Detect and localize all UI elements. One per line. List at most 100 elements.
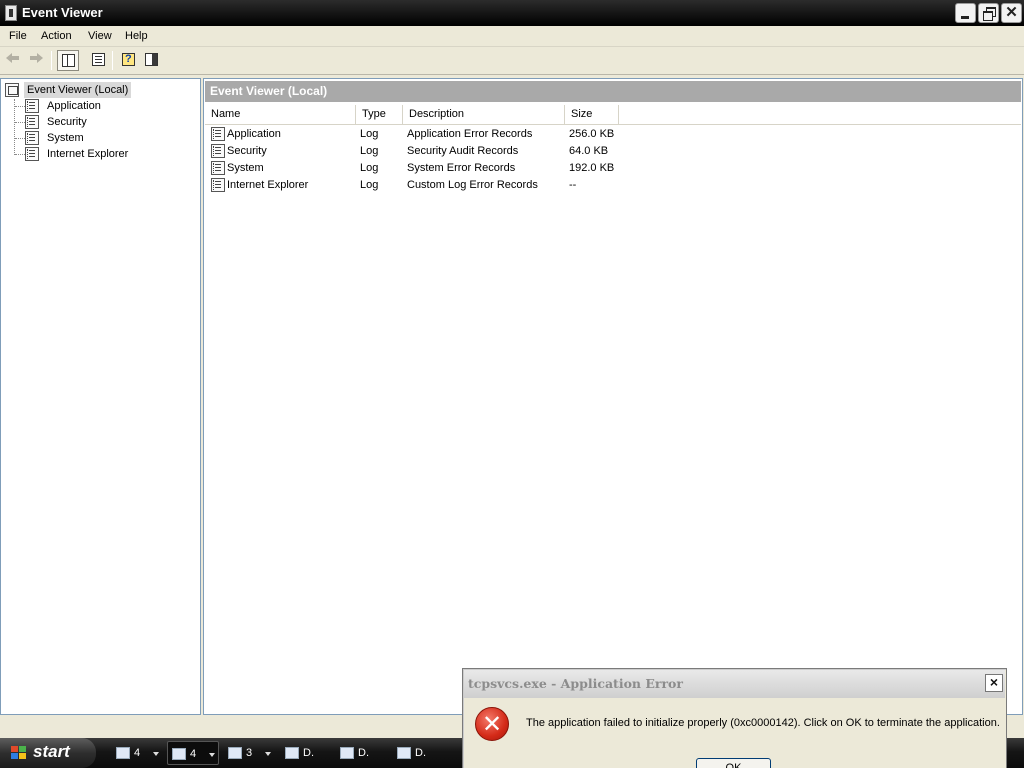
toolbar-separator xyxy=(51,51,52,70)
windows-logo-icon xyxy=(11,746,27,760)
tree-root-label: Event Viewer (Local) xyxy=(24,82,132,98)
console-tree: Event Viewer (Local) Application Securit… xyxy=(0,78,201,715)
table-row[interactable]: Application Log Application Error Record… xyxy=(205,126,1021,143)
start-button[interactable]: start xyxy=(0,738,96,768)
task-label: 4 xyxy=(190,748,197,760)
window-icon xyxy=(285,747,299,759)
taskbar-group-button[interactable]: 4 xyxy=(167,741,219,765)
taskbar-group-button[interactable]: 4 xyxy=(112,741,162,765)
client-area: Event Viewer (Local) Application Securit… xyxy=(0,76,1024,716)
results-pane: Event Viewer (Local) Name Type Descripti… xyxy=(203,78,1023,715)
restore-button[interactable] xyxy=(978,3,999,23)
tree-connector xyxy=(15,122,25,123)
log-icon xyxy=(211,161,225,175)
tree-item-label: Security xyxy=(47,116,87,128)
chevron-down-icon xyxy=(209,753,215,757)
chevron-down-icon xyxy=(265,752,271,756)
task-label: D. xyxy=(415,747,426,759)
menu-bar: File Action View Help xyxy=(0,26,1024,47)
application-error-dialog: tcpsvcs.exe - Application Error × ✕ The … xyxy=(462,668,1007,768)
cell-name: Security xyxy=(227,145,267,157)
cell-type: Log xyxy=(360,145,379,157)
close-icon: ✕ xyxy=(1005,4,1018,21)
cell-description: Custom Log Error Records xyxy=(407,179,538,191)
menu-file[interactable]: File xyxy=(9,30,27,42)
column-header-name[interactable]: Name xyxy=(205,105,356,124)
log-icon xyxy=(25,131,39,145)
taskbar-group-button[interactable]: 3 xyxy=(224,741,274,765)
cell-name: System xyxy=(227,162,264,174)
cell-type: Log xyxy=(360,179,379,191)
tree-item-label: Application xyxy=(47,100,101,112)
dialog-close-button[interactable]: × xyxy=(985,674,1003,692)
title-bar[interactable]: Event Viewer ✕ xyxy=(0,0,1024,26)
toolbar-separator xyxy=(112,51,113,70)
console-tree-icon xyxy=(62,54,75,67)
dialog-title[interactable]: tcpsvcs.exe - Application Error xyxy=(464,670,1005,698)
cell-size: -- xyxy=(569,179,577,191)
properties-icon xyxy=(92,53,105,66)
table-row[interactable]: Internet Explorer Log Custom Log Error R… xyxy=(205,177,1021,194)
cell-name: Application xyxy=(227,128,281,140)
task-label: 4 xyxy=(134,747,141,759)
computer-icon xyxy=(5,83,19,97)
minimize-button[interactable] xyxy=(955,3,976,23)
forward-arrow-icon[interactable] xyxy=(29,53,43,63)
properties-button[interactable] xyxy=(88,50,110,71)
action-pane-icon xyxy=(145,53,158,66)
log-icon xyxy=(25,147,39,161)
task-label: D. xyxy=(358,747,369,759)
tree-connector xyxy=(14,99,15,155)
pane-header: Event Viewer (Local) xyxy=(205,81,1021,102)
tree-item-label: Internet Explorer xyxy=(47,148,129,160)
window-icon xyxy=(340,747,354,759)
back-arrow-icon[interactable] xyxy=(6,53,20,63)
log-icon xyxy=(25,99,39,113)
menu-action[interactable]: Action xyxy=(41,30,72,42)
log-icon xyxy=(211,127,225,141)
log-icon xyxy=(211,178,225,192)
table-row[interactable]: System Log System Error Records 192.0 KB xyxy=(205,160,1021,177)
menu-help[interactable]: Help xyxy=(125,30,148,42)
event-viewer-app-icon[interactable] xyxy=(5,5,17,21)
column-header-type[interactable]: Type xyxy=(356,105,403,124)
chevron-down-icon xyxy=(153,752,159,756)
cell-size: 64.0 KB xyxy=(569,145,609,157)
log-icon xyxy=(211,144,225,158)
taskbar-button[interactable]: D. xyxy=(281,741,331,765)
cell-type: Log xyxy=(360,128,379,140)
table-row[interactable]: Security Log Security Audit Records 64.0… xyxy=(205,143,1021,160)
dialog-message: The application failed to initialize pro… xyxy=(526,717,1000,729)
task-label: D. xyxy=(303,747,314,759)
taskbar-button[interactable]: D. xyxy=(336,741,386,765)
close-button[interactable]: ✕ xyxy=(1001,3,1022,23)
menu-view[interactable]: View xyxy=(88,30,112,42)
cell-type: Log xyxy=(360,162,379,174)
column-header-description[interactable]: Description xyxy=(403,105,565,124)
tree-connector xyxy=(15,138,25,139)
column-header-size[interactable]: Size xyxy=(565,105,619,124)
taskbar-button[interactable]: D. xyxy=(393,741,443,765)
log-icon xyxy=(25,115,39,129)
help-button[interactable] xyxy=(118,50,140,71)
tree-connector xyxy=(15,154,25,155)
help-icon xyxy=(122,53,135,66)
start-label: start xyxy=(33,742,70,761)
tree-connector xyxy=(15,106,25,107)
cell-description: Security Audit Records xyxy=(407,145,519,157)
show-hide-console-tree-button[interactable] xyxy=(57,50,79,71)
window-title: Event Viewer xyxy=(22,5,103,20)
tree-item-label: System xyxy=(47,132,84,144)
event-viewer-icon xyxy=(172,748,186,760)
cell-description: Application Error Records xyxy=(407,128,533,140)
ok-button[interactable]: OK xyxy=(696,758,771,768)
show-hide-action-pane-button[interactable] xyxy=(141,50,163,71)
network-icon xyxy=(397,747,411,759)
cell-description: System Error Records xyxy=(407,162,516,174)
task-label: 3 xyxy=(246,747,253,759)
cell-size: 256.0 KB xyxy=(569,128,615,140)
cell-size: 192.0 KB xyxy=(569,162,615,174)
window-icon xyxy=(228,747,242,759)
column-headers: Name Type Description Size xyxy=(205,105,1021,125)
cell-name: Internet Explorer xyxy=(227,179,309,191)
